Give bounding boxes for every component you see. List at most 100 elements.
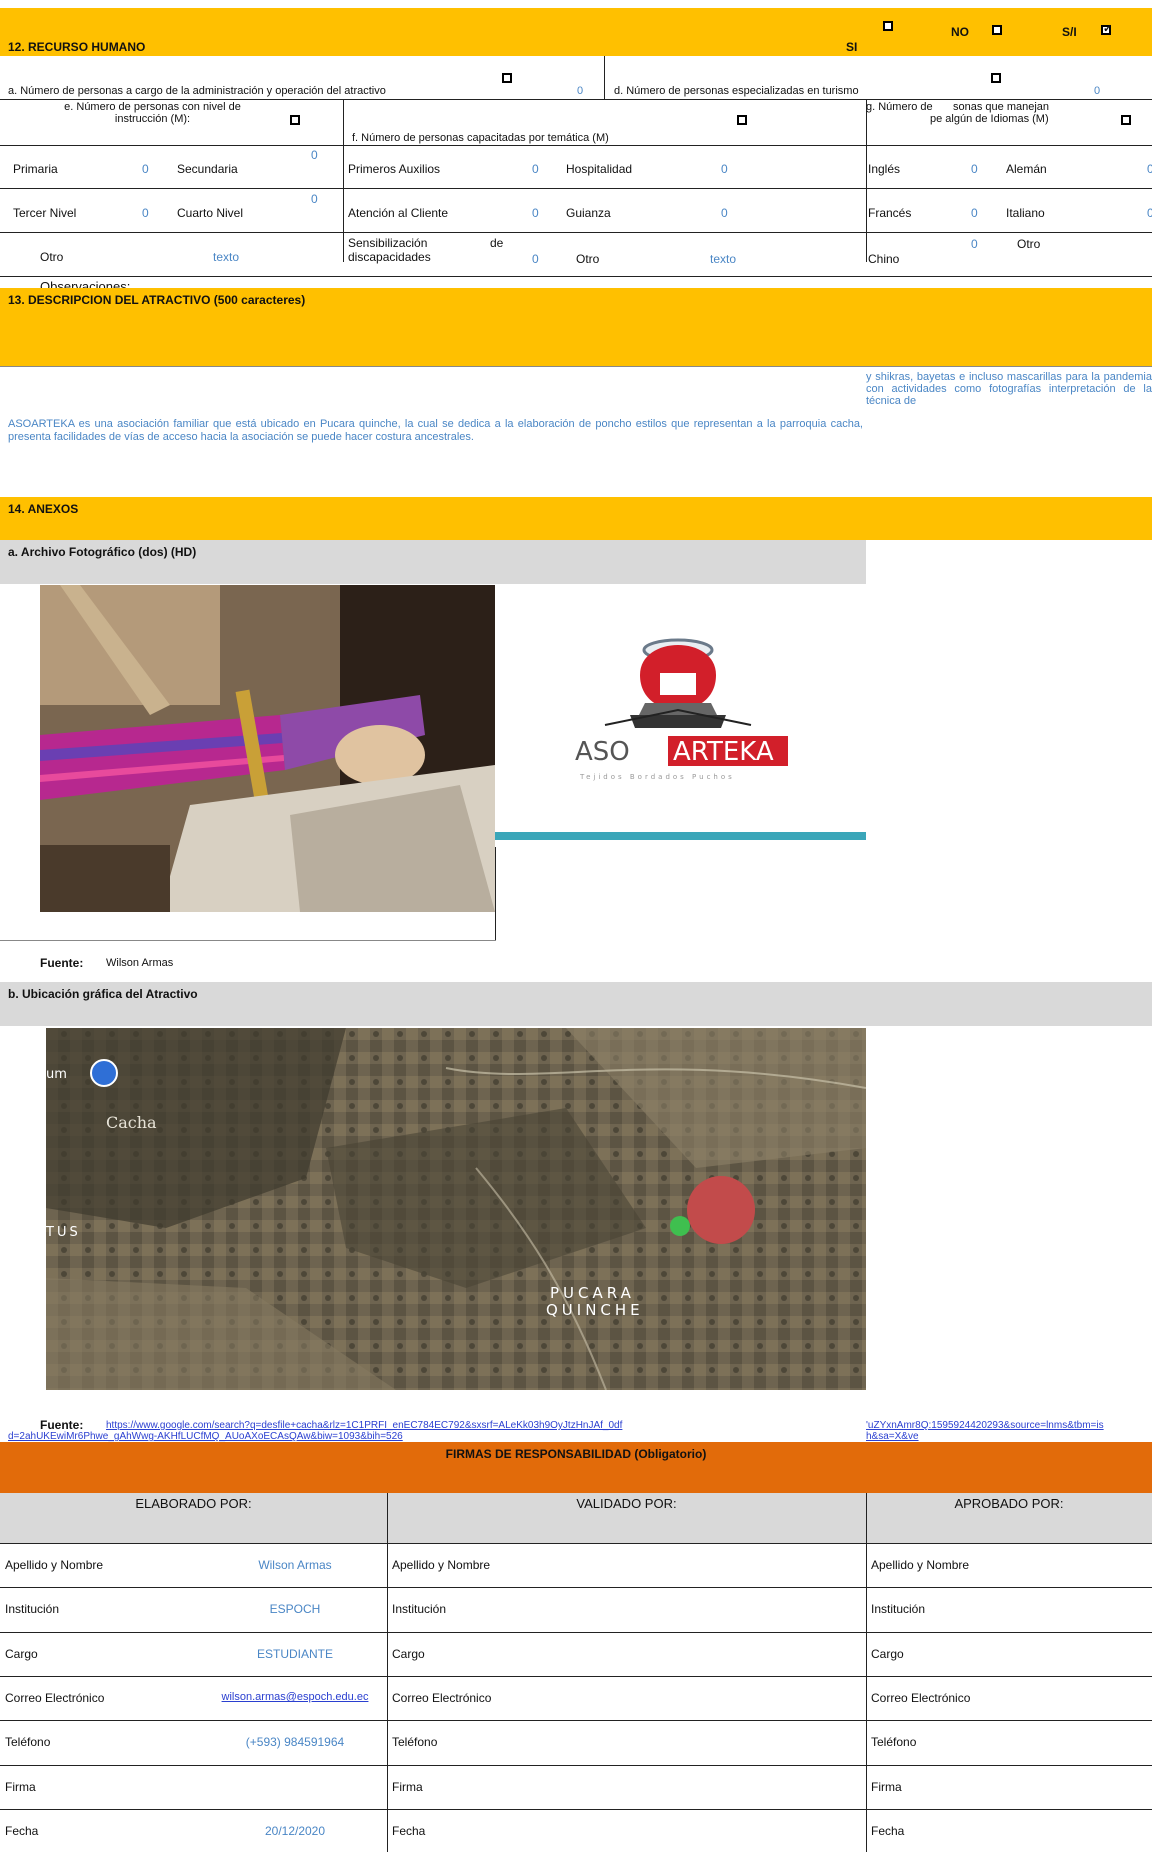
- section-14-title: 14. ANEXOS: [8, 502, 79, 516]
- edu-secundaria: Secundaria: [177, 162, 238, 176]
- question-a-label: a. Número de personas a cargo de la admi…: [8, 85, 386, 97]
- elaborado-row-value: (+593) 984591964: [245, 1735, 345, 1750]
- validado-row-label: Cargo: [392, 1646, 425, 1661]
- location-map: um Cacha TUS PUCARA QUINCHE: [46, 1028, 866, 1390]
- aprobado-row-label: Cargo: [871, 1646, 904, 1661]
- row-divider: [0, 1543, 1152, 1544]
- lang-italiano-value: 0: [1147, 206, 1152, 220]
- row-divider: [0, 1675, 1152, 1677]
- validado-row-label: Fecha: [392, 1823, 426, 1838]
- edu-otro-value: texto: [213, 250, 240, 264]
- lang-ingles: Inglés: [868, 162, 901, 176]
- aprobado-row-label: Apellido y Nombre: [871, 1558, 970, 1573]
- cap-guianza-value: 0: [721, 206, 728, 220]
- elaborado-row-label: Fecha: [5, 1823, 39, 1838]
- elaborado-row-value: ESPOCH: [269, 1602, 321, 1617]
- row-divider: [0, 1764, 1152, 1766]
- cap-atencion-value: 0: [532, 206, 539, 220]
- cap-hospitalidad: Hospitalidad: [566, 162, 633, 176]
- row-divider: [0, 1631, 1152, 1633]
- lang-aleman-value: 0: [1147, 162, 1152, 176]
- svg-text:Tejidos Bordados Puchos: Tejidos Bordados Puchos: [579, 773, 735, 781]
- edu-cuarto: Cuarto Nivel: [177, 206, 244, 220]
- map-label-left-top: um: [46, 1067, 67, 1082]
- section-12-header: [0, 8, 1152, 56]
- lang-chino: Chino: [868, 252, 900, 266]
- validado-row-label: Teléfono: [392, 1735, 438, 1750]
- fuente-label-2: Fuente:: [40, 1418, 84, 1432]
- edu-primaria: Primaria: [13, 162, 58, 176]
- loom-photo: [40, 585, 495, 912]
- lang-chino-value: 0: [971, 237, 978, 251]
- asoarteka-logo: ASO ARTEKA Tejidos Bordados Puchos: [494, 585, 867, 847]
- map-header-label: b. Ubicación gráfica del Atractivo: [8, 987, 198, 1001]
- edu-cuarto-value: 0: [311, 192, 318, 206]
- section-13-title: 13. DESCRIPCION DEL ATRACTIVO (500 carac…: [8, 293, 306, 307]
- validado-row-label: Apellido y Nombre: [392, 1558, 491, 1573]
- validado-row-label: Firma: [392, 1779, 423, 1794]
- elaborado-row-value: ESTUDIANTE: [256, 1646, 333, 1661]
- svg-text:ARTEKA: ARTEKA: [673, 737, 774, 767]
- cap-sensibilizacion-de: de: [490, 236, 504, 250]
- lang-frances: Francés: [868, 206, 912, 220]
- no-checkbox[interactable]: [992, 25, 1002, 35]
- row-divider: [0, 1720, 1152, 1722]
- si-info-checkbox[interactable]: [1101, 22, 1112, 35]
- lang-otro: Otro: [1017, 237, 1041, 251]
- lang-frances-value: 0: [971, 206, 978, 220]
- row-divider: [0, 1808, 1152, 1810]
- fuente-link-2[interactable]: d=2ahUKEwiMr6Phwe_gAhWwg-AKHfLUCfMQ_AUoA…: [8, 1431, 403, 1442]
- elaborado-row-value[interactable]: wilson.armas@espoch.edu.ec: [205, 1691, 385, 1703]
- lang-ingles-value: 0: [971, 162, 978, 176]
- question-e-checkbox[interactable]: [290, 115, 300, 125]
- description-overflow: y shikras, bayetas e incluso mascarillas…: [866, 371, 1152, 407]
- fuente-link-3[interactable]: 'uZYxnAmr8Q:1595924420293&source=lnms&tb…: [866, 1420, 1152, 1431]
- elaborado-row-label: Apellido y Nombre: [5, 1558, 104, 1573]
- map-label-pucara: PUCARA: [550, 1284, 635, 1302]
- cap-guianza: Guianza: [566, 206, 611, 220]
- fuente-link-4[interactable]: h&sa=X&ve: [866, 1431, 919, 1442]
- elaborado-row-label: Correo Electrónico: [5, 1691, 105, 1706]
- elaborado-row-value: 20/12/2020: [264, 1823, 326, 1838]
- question-f-checkbox[interactable]: [737, 115, 747, 125]
- lang-aleman: Alemán: [1006, 162, 1047, 176]
- aprobado-header: APROBADO POR:: [954, 1496, 1064, 1511]
- edu-tercer: Tercer Nivel: [13, 206, 77, 220]
- question-d-value: 0: [1094, 85, 1101, 97]
- no-label: NO: [951, 25, 969, 39]
- si-label: SI: [846, 40, 858, 54]
- question-g-checkbox[interactable]: [1121, 115, 1131, 125]
- svg-text:ASO: ASO: [575, 737, 630, 767]
- description-main: ASOARTEKA es una asociación familiar que…: [8, 418, 863, 443]
- cap-hospitalidad-value: 0: [721, 162, 728, 176]
- validado-header: VALIDADO POR:: [576, 1496, 677, 1511]
- map-label-quinche: QUINCHE: [546, 1301, 644, 1319]
- elaborado-row-label: Teléfono: [5, 1735, 51, 1750]
- edu-tercer-value: 0: [142, 206, 149, 220]
- question-g-label-2: sonas que manejan: [953, 101, 1050, 113]
- section-14-header: [0, 497, 1152, 540]
- section-12-title: 12. RECURSO HUMANO: [8, 40, 146, 54]
- si-checkbox[interactable]: [883, 21, 893, 31]
- location-marker: [687, 1176, 755, 1244]
- photo-header-label: a. Archivo Fotográfico (dos) (HD): [8, 545, 197, 559]
- elaborado-row-label: Firma: [5, 1779, 36, 1794]
- cap-primeros-value: 0: [532, 162, 539, 176]
- fuente-link-1[interactable]: https://www.google.com/search?q=desfile+…: [106, 1420, 622, 1431]
- question-d-label: d. Número de personas especializadas en …: [614, 85, 859, 97]
- validado-row-label: Institución: [392, 1602, 447, 1617]
- cap-sensibilizacion: Sensibilización: [348, 236, 428, 250]
- edu-primaria-value: 0: [142, 162, 149, 176]
- lang-italiano: Italiano: [1006, 206, 1045, 220]
- edu-secundaria-value: 0: [311, 148, 318, 162]
- row-divider: [0, 1587, 1152, 1589]
- aprobado-row-label: Teléfono: [871, 1735, 917, 1750]
- question-a-checkbox[interactable]: [502, 73, 512, 83]
- elaborado-row-value: Wilson Armas: [258, 1558, 332, 1573]
- cap-atencion: Atención al Cliente: [348, 206, 449, 220]
- cap-otro-value: texto: [710, 252, 737, 266]
- question-d-checkbox[interactable]: [991, 73, 1001, 83]
- firmas-title: FIRMAS DE RESPONSABILIDAD (Obligatorio): [445, 1447, 707, 1461]
- cap-discapacidades: discapacidades: [348, 250, 431, 264]
- fuente-value-1: Wilson Armas: [106, 957, 174, 969]
